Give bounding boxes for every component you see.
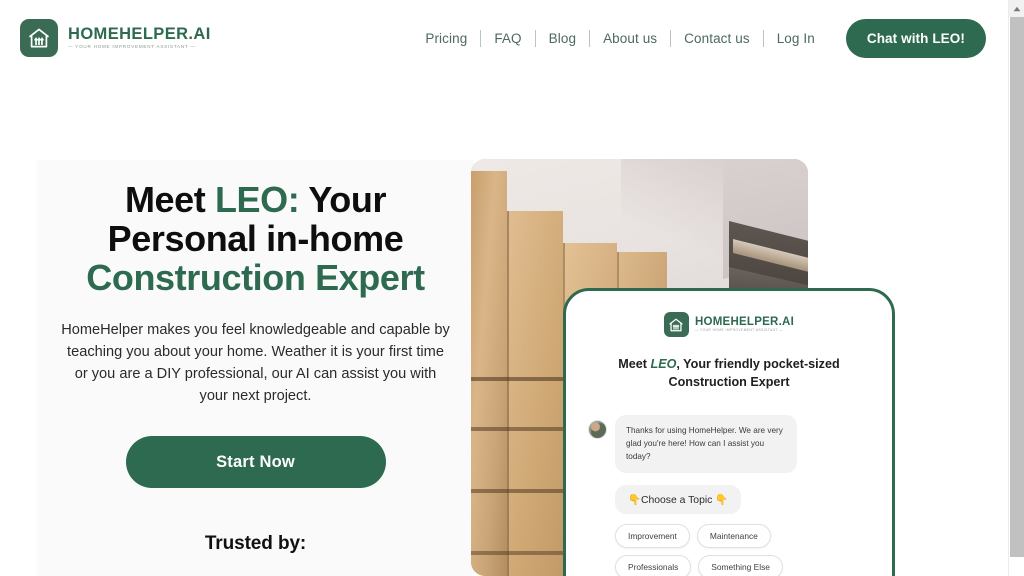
- photo-drawer-handle: [471, 551, 563, 555]
- brand-logo[interactable]: HOMEHELPER.AI — YOUR HOME IMPROVEMENT AS…: [20, 19, 211, 57]
- photo-cabinet-left-2: [507, 211, 563, 576]
- chat-area: Thanks for using HomeHelper. We are very…: [566, 414, 892, 576]
- topic-chip-professionals[interactable]: Professionals: [615, 554, 692, 576]
- page-scrollbar[interactable]: [1008, 0, 1024, 576]
- phone-brand-tagline: — YOUR HOME IMPROVEMENT ASSISTANT —: [694, 328, 783, 333]
- scroll-up-arrow-icon[interactable]: [1009, 0, 1024, 17]
- page-title: Meet LEO: Your Personal in-home Construc…: [55, 180, 456, 298]
- site-header: HOMEHELPER.AI — YOUR HOME IMPROVEMENT AS…: [0, 0, 1008, 76]
- phone-tagline-part1: Meet: [618, 357, 651, 371]
- hero-subtext: HomeHelper makes you feel knowledgeable …: [61, 321, 450, 405]
- phone-mockup: HOMEHELPER.AI — YOUR HOME IMPROVEMENT AS…: [563, 288, 895, 576]
- phone-tagline-part2: , Your friendly pocket-sized Constructio…: [668, 357, 840, 389]
- brand-tagline: — YOUR HOME IMPROVEMENT ASSISTANT —: [68, 43, 196, 49]
- photo-drawer-handle: [471, 427, 563, 431]
- nav-item-blog[interactable]: Blog: [536, 27, 589, 50]
- topic-chip-something-else[interactable]: Something Else: [698, 554, 783, 576]
- nav-item-about-us[interactable]: About us: [590, 27, 670, 50]
- chat-bubble-message: Thanks for using HomeHelper. We are very…: [615, 414, 797, 473]
- start-now-button[interactable]: Start Now: [125, 436, 386, 489]
- headline-accent: LEO:: [214, 179, 300, 220]
- scrollbar-thumb[interactable]: [1010, 17, 1024, 557]
- photo-drawer-handle: [471, 489, 563, 493]
- hero-panel: Meet LEO: Your Personal in-home Construc…: [37, 160, 474, 576]
- phone-brand-name: HOMEHELPER.AI: [694, 315, 795, 328]
- headline-line3: Construction Expert: [86, 257, 425, 299]
- nav-item-log-in[interactable]: Log In: [764, 27, 828, 50]
- topic-options: Improvement Maintenance Professionals So…: [615, 523, 835, 576]
- main-nav: Pricing FAQ Blog About us Contact us Log…: [412, 18, 986, 58]
- topic-chip-maintenance[interactable]: Maintenance: [696, 523, 771, 548]
- house-icon: [20, 19, 58, 57]
- nav-item-contact-us[interactable]: Contact us: [671, 27, 763, 50]
- headline-part1: Meet: [124, 179, 215, 220]
- brand-name: HOMEHELPER.AI: [68, 25, 211, 44]
- trusted-by-label: Trusted by:: [204, 533, 307, 555]
- chat-with-leo-button[interactable]: Chat with LEO!: [845, 18, 986, 58]
- avatar: [588, 419, 607, 439]
- chat-message-row: Thanks for using HomeHelper. We are very…: [588, 414, 870, 473]
- brand-text: HOMEHELPER.AI — YOUR HOME IMPROVEMENT AS…: [68, 26, 211, 49]
- phone-brand-logo: HOMEHELPER.AI — YOUR HOME IMPROVEMENT AS…: [566, 312, 892, 337]
- phone-brand-text: HOMEHELPER.AI — YOUR HOME IMPROVEMENT AS…: [694, 315, 795, 333]
- photo-drawer-handle: [471, 377, 563, 381]
- photo-cabinet-left: [471, 171, 507, 576]
- page-viewport: HOMEHELPER.AI — YOUR HOME IMPROVEMENT AS…: [0, 0, 1008, 576]
- phone-tagline-leo: LEO: [650, 357, 677, 371]
- nav-item-pricing[interactable]: Pricing: [412, 27, 480, 50]
- choose-topic-prompt: 👇Choose a Topic 👇: [615, 484, 742, 514]
- house-icon: [663, 312, 689, 337]
- nav-item-faq[interactable]: FAQ: [481, 27, 534, 50]
- topic-chip-improvement[interactable]: Improvement: [615, 523, 690, 548]
- photo-cabinet-seam: [507, 211, 509, 576]
- hero-content: Meet LEO: Your Personal in-home Construc…: [37, 160, 474, 555]
- phone-tagline: Meet LEO, Your friendly pocket-sized Con…: [566, 356, 892, 392]
